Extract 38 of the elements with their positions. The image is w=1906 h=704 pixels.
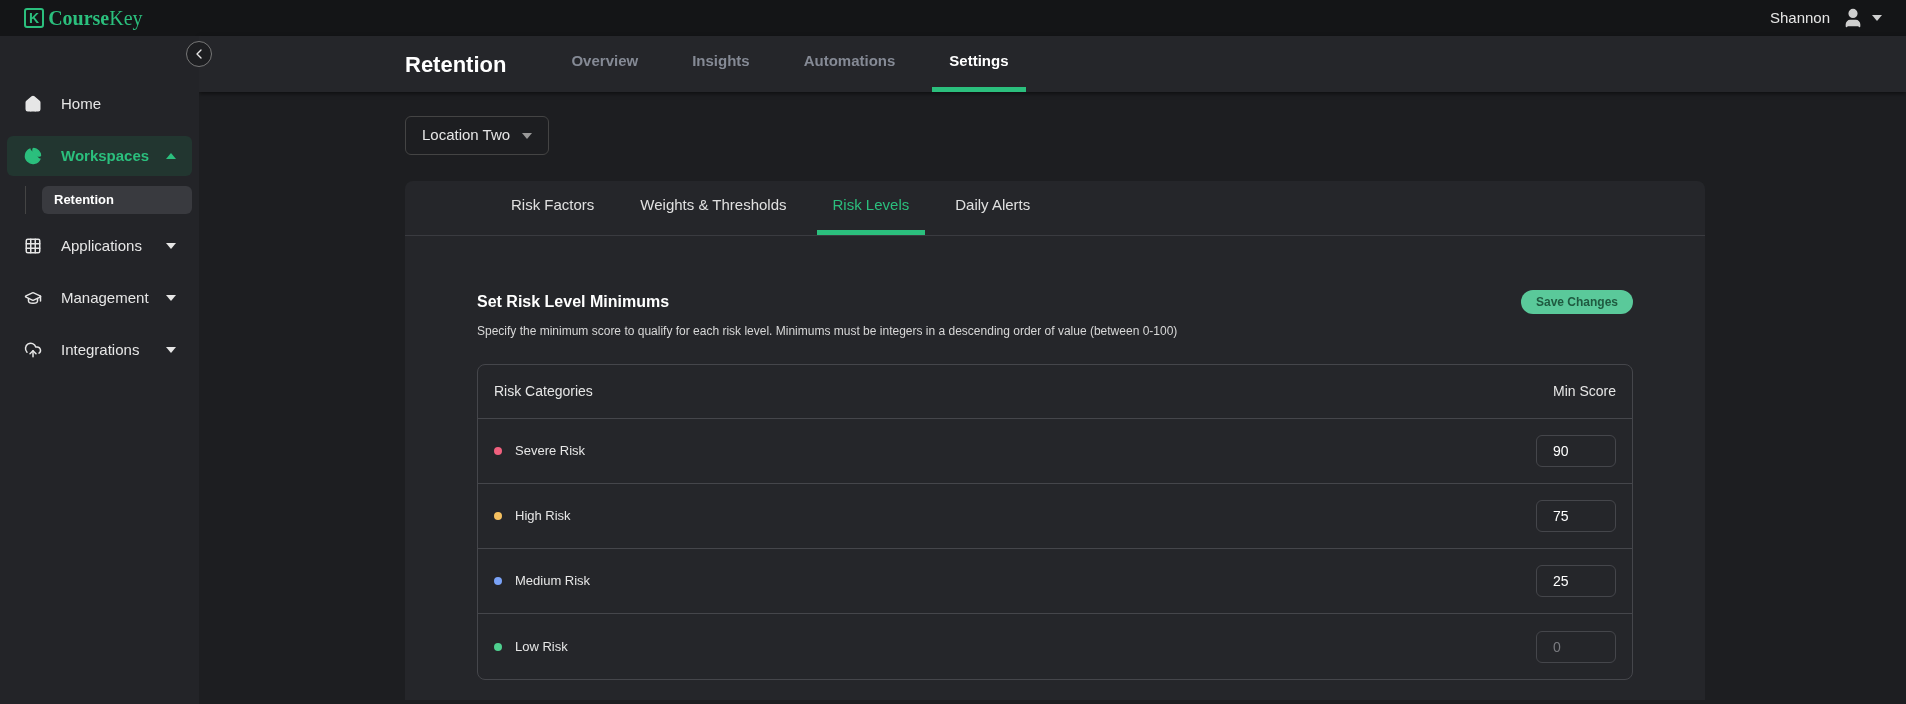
sidebar-item[interactable]: Workspaces (7, 136, 192, 176)
section-title: Set Risk Level Minimums (477, 292, 670, 312)
applications-icon (24, 237, 42, 255)
min-score-field[interactable]: 75 (1536, 500, 1616, 532)
category-name: Low Risk (515, 637, 569, 656)
section-tab[interactable]: Weights & Thresholds (624, 181, 803, 235)
column-header: Min Score (1552, 382, 1616, 401)
location-dropdown[interactable]: Location Two (405, 116, 550, 155)
collapse-button[interactable] (186, 41, 212, 67)
min-score-field[interactable]: 25 (1536, 565, 1616, 597)
logo-icon: K (24, 8, 45, 28)
nav-tab[interactable]: Automations (786, 36, 913, 92)
home-icon (24, 95, 42, 113)
caret-icon (1872, 15, 1882, 21)
sidebar-item[interactable]: Integrations (7, 330, 192, 370)
integrations-icon (24, 341, 42, 359)
sidebar-subitem[interactable]: Retention (42, 186, 192, 214)
sidebar-item[interactable]: Home (7, 84, 192, 124)
caret-icon (522, 132, 533, 139)
workspaces-icon (24, 147, 42, 165)
category-name: Severe Risk (515, 442, 587, 461)
logo-text: CourseKey (48, 6, 143, 32)
column-header: Risk Categories (494, 382, 593, 401)
user-name: Shannon (1769, 7, 1830, 28)
nav-tab[interactable]: Overview (554, 36, 656, 92)
category-name: High Risk (515, 507, 572, 526)
sidebar-item[interactable]: Management (7, 278, 192, 318)
section-tab[interactable]: Risk Factors (495, 181, 611, 235)
management-icon (24, 289, 42, 307)
page-title: Retention (405, 50, 507, 79)
category-name: Medium Risk (515, 572, 592, 591)
section-tab[interactable]: Daily Alerts (939, 181, 1047, 235)
nav-tab[interactable]: Settings (932, 36, 1026, 92)
section-description: Specify the minimum score to qualify for each risk level. Minimums must be integers in a descending order of value (between 0-100) (477, 323, 1179, 340)
nav-tab[interactable]: Insights (675, 36, 767, 92)
min-score-field[interactable]: 90 (1536, 435, 1616, 467)
sidebar-item[interactable]: Applications (7, 226, 192, 266)
section-tab[interactable]: Risk Levels (816, 181, 926, 235)
